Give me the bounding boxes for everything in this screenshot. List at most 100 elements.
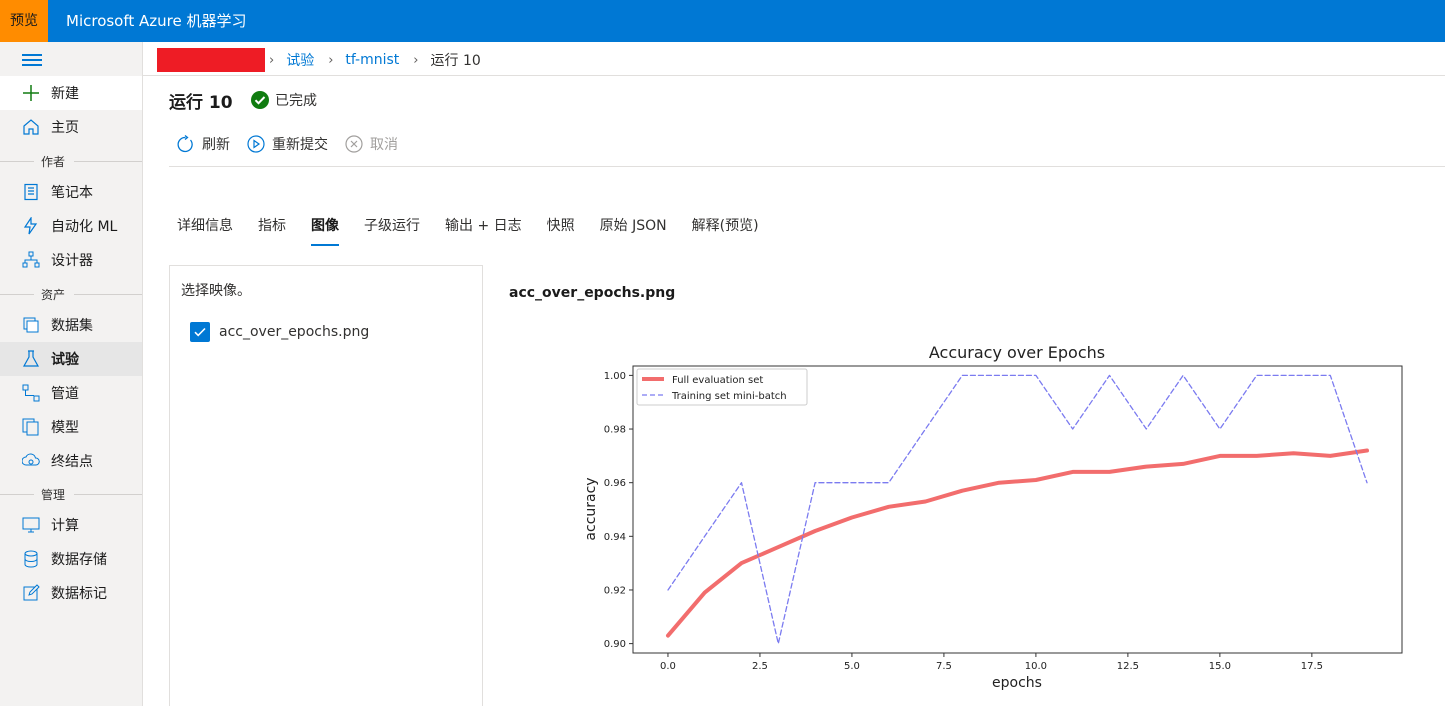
plus-icon xyxy=(23,85,39,101)
cancel-button[interactable]: 取消 xyxy=(345,134,398,154)
y-tick-label: 0.92 xyxy=(604,585,626,596)
database-icon xyxy=(24,550,38,568)
resubmit-label: 重新提交 xyxy=(272,137,328,153)
x-tick-label: 7.5 xyxy=(936,661,952,672)
nav-endpoints[interactable]: 终结点 xyxy=(0,444,142,478)
breadcrumb: › 试验 › tf-mnist › 运行 10 xyxy=(157,45,481,75)
home-icon xyxy=(23,119,39,135)
tab-images[interactable]: 图像 xyxy=(311,215,339,247)
nav-experiments-label: 试验 xyxy=(51,352,79,368)
tab-child-runs[interactable]: 子级运行 xyxy=(364,215,420,247)
tab-outputs-logs[interactable]: 输出 + 日志 xyxy=(445,215,522,247)
tab-bar: 详细信息 指标 图像 子级运行 输出 + 日志 快照 原始 JSON 解释(预览… xyxy=(177,215,784,247)
nav-endpoints-label: 终结点 xyxy=(51,454,93,470)
y-tick-label: 1.00 xyxy=(604,371,626,382)
status-text: 已完成 xyxy=(275,93,317,109)
nav-datasets[interactable]: 数据集 xyxy=(0,308,142,342)
nav-notebooks-label: 笔记本 xyxy=(51,185,93,201)
nav-new-label: 新建 xyxy=(51,86,79,102)
app-title[interactable]: Microsoft Azure 机器学习 xyxy=(66,0,247,42)
model-icon xyxy=(22,418,39,436)
checkbox[interactable] xyxy=(190,322,210,342)
x-tick-label: 5.0 xyxy=(844,661,860,672)
monitor-icon xyxy=(22,517,40,533)
nav-automl[interactable]: 自动化 ML xyxy=(0,209,142,243)
nav-pipelines-label: 管道 xyxy=(51,386,79,402)
divider xyxy=(169,166,1445,167)
nav-home-label: 主页 xyxy=(51,120,79,136)
nav-labeling-label: 数据标记 xyxy=(51,586,107,602)
tab-raw-json[interactable]: 原始 JSON xyxy=(600,215,667,247)
nav-section-author: 作者 xyxy=(0,154,142,169)
preview-badge: 预览 xyxy=(0,0,48,42)
y-axis-label: accuracy xyxy=(583,477,599,540)
nav-new[interactable]: 新建 xyxy=(0,76,142,110)
chevron-right-icon: › xyxy=(413,52,419,68)
image-viewer: Accuracy over Epochs 0.0 2.5 5.0 7.5 10.0 12.… xyxy=(580,337,1410,697)
nav-models-label: 模型 xyxy=(51,420,79,436)
y-tick-label: 0.96 xyxy=(604,478,626,489)
nav-experiments[interactable]: 试验 xyxy=(0,342,142,376)
nav-labeling[interactable]: 数据标记 xyxy=(0,576,142,610)
endpoint-icon xyxy=(22,453,40,466)
nav-section-manage: 管理 xyxy=(0,487,142,502)
nav-designer[interactable]: 设计器 xyxy=(0,243,142,277)
y-tick-label: 0.94 xyxy=(604,532,626,543)
nav-compute-label: 计算 xyxy=(51,518,79,534)
x-tick-label: 15.0 xyxy=(1209,661,1231,672)
edit-icon xyxy=(23,584,40,601)
image-list-item-label: acc_over_epochs.png xyxy=(219,324,370,340)
tab-details[interactable]: 详细信息 xyxy=(177,215,233,247)
image-list-item[interactable]: acc_over_epochs.png xyxy=(190,322,369,342)
nav-pipelines[interactable]: 管道 xyxy=(0,376,142,410)
resubmit-button[interactable]: 重新提交 xyxy=(247,134,328,154)
notebook-icon xyxy=(24,183,38,201)
plot-frame xyxy=(632,365,1403,654)
top-bar: 预览 Microsoft Azure 机器学习 xyxy=(0,0,1445,42)
divider xyxy=(143,75,1445,76)
series-line-2 xyxy=(667,374,1368,645)
nav-home[interactable]: 主页 xyxy=(0,110,142,144)
legend-label-series-2: Training set mini-batch xyxy=(671,391,787,402)
nav-automl-label: 自动化 ML xyxy=(51,219,118,235)
nav-section-assets: 资产 xyxy=(0,287,142,302)
status-badge: 已完成 xyxy=(251,90,317,110)
refresh-icon xyxy=(177,134,193,152)
nav-models[interactable]: 模型 xyxy=(0,410,142,444)
y-tick-label: 0.98 xyxy=(604,425,626,436)
tab-explanations[interactable]: 解释(预览) xyxy=(692,215,759,247)
x-tick-label: 2.5 xyxy=(752,661,768,672)
tab-metrics[interactable]: 指标 xyxy=(258,215,286,247)
close-circle-icon xyxy=(345,135,363,153)
nav-datastores-label: 数据存储 xyxy=(51,552,107,568)
flask-icon xyxy=(22,350,40,367)
left-nav: 新建 主页 作者 笔记本 自动化 ML 设计器 资产 数据集 试验 管道 模型 … xyxy=(0,42,143,706)
breadcrumb-run: 运行 10 xyxy=(430,53,481,69)
legend-label-series-1: Full evaluation set xyxy=(672,375,763,386)
x-axis-label: epochs xyxy=(992,675,1042,691)
x-tick-label: 10.0 xyxy=(1025,661,1047,672)
tab-snapshot[interactable]: 快照 xyxy=(547,215,575,247)
y-tick-label: 0.90 xyxy=(604,639,626,650)
chart-title: Accuracy over Epochs xyxy=(929,343,1105,362)
checkmark-icon xyxy=(194,327,206,337)
accuracy-chart: Accuracy over Epochs 0.0 2.5 5.0 7.5 10.0 12.… xyxy=(583,343,1403,691)
picker-prompt: 选择映像。 xyxy=(181,283,251,299)
image-picker-panel: 选择映像。 acc_over_epochs.png xyxy=(169,265,483,706)
refresh-button[interactable]: 刷新 xyxy=(176,134,230,154)
pipeline-icon xyxy=(22,384,40,402)
redacted-workspace xyxy=(157,48,265,72)
breadcrumb-experiments[interactable]: 试验 xyxy=(286,50,314,70)
breadcrumb-experiment[interactable]: tf-mnist xyxy=(345,52,399,68)
nav-datastores[interactable]: 数据存储 xyxy=(0,542,142,576)
hamburger-menu-icon[interactable] xyxy=(22,54,42,66)
play-circle-icon xyxy=(247,135,265,153)
nav-designer-label: 设计器 xyxy=(51,253,93,269)
nav-compute[interactable]: 计算 xyxy=(0,508,142,542)
x-tick-label: 12.5 xyxy=(1117,661,1139,672)
nav-notebooks[interactable]: 笔记本 xyxy=(0,175,142,209)
automl-icon xyxy=(23,217,38,235)
series-line-1 xyxy=(666,448,1369,638)
refresh-label: 刷新 xyxy=(202,137,230,153)
dataset-icon xyxy=(23,317,39,333)
